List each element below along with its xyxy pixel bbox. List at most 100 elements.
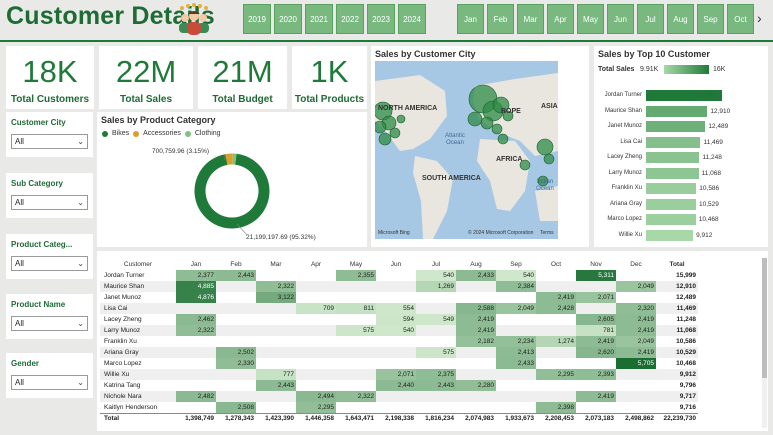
- year-button-2021[interactable]: 2021: [305, 4, 333, 34]
- city-bubble[interactable]: [536, 138, 554, 156]
- matrix-header-customer[interactable]: Customer: [100, 258, 176, 270]
- table-row[interactable]: Katrina Tang 2,443 2,440 2,443 2,280 9,796: [100, 380, 698, 391]
- table-row[interactable]: Ariana Gray 2,502 575 2,413 2,620 2,419 10,529: [100, 347, 698, 358]
- bar[interactable]: [646, 214, 696, 225]
- matrix-header-oct[interactable]: Oct: [536, 258, 576, 270]
- value-cell: 777: [256, 369, 296, 380]
- matrix-header-jun[interactable]: Jun: [376, 258, 416, 270]
- city-bubble[interactable]: [497, 133, 509, 145]
- kpi-label: Total Customers: [10, 94, 90, 105]
- chevron-down-icon: ⌄: [77, 259, 84, 268]
- sub-category-dropdown[interactable]: All ⌄: [11, 195, 88, 210]
- city-bubble[interactable]: [467, 111, 483, 127]
- bar[interactable]: [646, 152, 700, 163]
- year-button-2019[interactable]: 2019: [243, 4, 271, 34]
- table-row[interactable]: Franklin Xu 2,182 2,234 1,274 2,419 2,049 10,5…: [100, 336, 698, 347]
- city-bubble[interactable]: [389, 127, 401, 139]
- value-cell: 5,311: [576, 270, 616, 281]
- matrix-header-nov[interactable]: Nov: [576, 258, 616, 270]
- bar[interactable]: [646, 229, 694, 241]
- matrix-header-dec[interactable]: Dec: [616, 258, 656, 270]
- table-row[interactable]: Maurice Shan 4,885 2,322 1,269 2,384 2,049 12,…: [100, 281, 698, 292]
- bar-value-label: 11,469: [703, 138, 723, 146]
- top-customer-bar-row[interactable]: Marco Lopez 10,468: [594, 214, 773, 225]
- table-row[interactable]: Janet Munoz 4,876 3,122 2,419 2,071 12,489: [100, 292, 698, 303]
- bar[interactable]: [646, 167, 699, 179]
- month-button-aug[interactable]: Aug: [667, 4, 694, 34]
- matrix-header-sep[interactable]: Sep: [496, 258, 536, 270]
- matrix-header-may[interactable]: May: [336, 258, 376, 270]
- value-cell: [296, 281, 336, 292]
- value-cell: 2,419: [616, 325, 656, 336]
- sales-map[interactable]: NORTH AMERICA ROPE ASIA AFRICA SOUTH AME…: [375, 61, 558, 239]
- map-terms-link[interactable]: Terms: [540, 230, 554, 236]
- bar[interactable]: [646, 121, 706, 132]
- table-row[interactable]: Kaitlyn Henderson 2,508 2,295 2,398 9,716: [100, 402, 698, 413]
- year-button-2022[interactable]: 2022: [336, 4, 364, 34]
- city-bubble[interactable]: [375, 120, 387, 134]
- table-row[interactable]: Nichole Nara 2,482 2,494 2,322 2,419 9,717: [100, 391, 698, 402]
- table-row[interactable]: Larry Munoz 2,322 575 540 2,419 781 2,419 11,06…: [100, 325, 698, 336]
- table-row[interactable]: Lisa Cai 709 811 554 2,588 2,049 2,428 2,320 11,…: [100, 303, 698, 314]
- top-customer-bar-row[interactable]: Jordan Turner 15,999: [594, 90, 773, 101]
- city-bubble[interactable]: [543, 153, 555, 165]
- value-cell: 2,620: [576, 347, 616, 358]
- month-button-jan[interactable]: Jan: [457, 4, 484, 34]
- matrix-header-aug[interactable]: Aug: [456, 258, 496, 270]
- city-bubble[interactable]: [491, 123, 503, 135]
- month-button-jun[interactable]: Jun: [607, 4, 634, 34]
- chevron-right-icon[interactable]: ›: [757, 10, 762, 26]
- matrix-header-apr[interactable]: Apr: [296, 258, 336, 270]
- month-button-sep[interactable]: Sep: [697, 4, 724, 34]
- product-name-dropdown[interactable]: All ⌄: [11, 316, 88, 331]
- bar[interactable]: [646, 198, 696, 210]
- matrix-header-mar[interactable]: Mar: [256, 258, 296, 270]
- customer-city-dropdown[interactable]: All ⌄: [11, 134, 88, 149]
- bar[interactable]: [646, 136, 701, 148]
- value-cell: [296, 336, 336, 347]
- scrollbar-thumb[interactable]: [762, 258, 767, 378]
- matrix-scrollbar[interactable]: [762, 258, 767, 428]
- matrix-header-total[interactable]: Total: [656, 258, 698, 270]
- top-customer-bar-row[interactable]: Willie Xu 9,912: [594, 229, 773, 241]
- top-customer-bar-row[interactable]: Lisa Cai 11,469: [594, 136, 773, 148]
- donut-slice-bikes[interactable]: [194, 153, 270, 229]
- city-bubble[interactable]: [480, 116, 494, 130]
- bar[interactable]: [646, 183, 697, 194]
- gender-dropdown[interactable]: All ⌄: [11, 375, 88, 390]
- year-button-2020[interactable]: 2020: [274, 4, 302, 34]
- month-button-mar[interactable]: Mar: [517, 4, 544, 34]
- month-button-feb[interactable]: Feb: [487, 4, 514, 34]
- matrix-header-jul[interactable]: Jul: [416, 258, 456, 270]
- matrix-header-jan[interactable]: Jan: [176, 258, 216, 270]
- product-category-dropdown[interactable]: All ⌄: [11, 256, 88, 271]
- city-bubble[interactable]: [396, 114, 406, 124]
- value-cell: [216, 292, 256, 303]
- year-button-2024[interactable]: 2024: [398, 4, 426, 34]
- city-map-card: Sales by Customer City NORTH AMERICA ROP…: [371, 46, 589, 247]
- table-row[interactable]: Jordan Turner 2,377 2,443 2,355 540 2,433 540 5…: [100, 270, 698, 281]
- total-label: Total: [100, 412, 176, 424]
- bar[interactable]: [646, 105, 708, 117]
- table-row[interactable]: Marco Lopez 2,330 2,433 5,705 10,468: [100, 358, 698, 369]
- value-cell: 2,413: [496, 347, 536, 358]
- top-customer-bar-row[interactable]: Ariana Gray 10,529: [594, 198, 773, 210]
- top-customer-bar-row[interactable]: Maurice Shan 12,910: [594, 105, 773, 117]
- month-button-apr[interactable]: Apr: [547, 4, 574, 34]
- value-cell: [176, 380, 216, 391]
- month-button-oct[interactable]: Oct: [727, 4, 754, 34]
- city-bubble[interactable]: [378, 132, 392, 146]
- table-row[interactable]: Lacey Zheng 2,462 594 549 2,419 2,605 2,419 11,…: [100, 314, 698, 325]
- value-cell: [376, 336, 416, 347]
- top-customer-bar-row[interactable]: Larry Munoz 11,068: [594, 167, 773, 179]
- kpi-value: 22M: [115, 54, 177, 89]
- table-row[interactable]: Willie Xu 777 2,071 2,375 2,295 2,393 9,912: [100, 369, 698, 380]
- value-cell: [456, 292, 496, 303]
- year-button-2023[interactable]: 2023: [367, 4, 395, 34]
- month-button-may[interactable]: May: [577, 4, 604, 34]
- top-customer-bar-row[interactable]: Franklin Xu 10,586: [594, 183, 773, 194]
- matrix-header-feb[interactable]: Feb: [216, 258, 256, 270]
- top-customer-bar-row[interactable]: Janet Munoz 12,489: [594, 121, 773, 132]
- top-customer-bar-row[interactable]: Lacey Zheng 11,248: [594, 152, 773, 163]
- month-button-jul[interactable]: Jul: [637, 4, 664, 34]
